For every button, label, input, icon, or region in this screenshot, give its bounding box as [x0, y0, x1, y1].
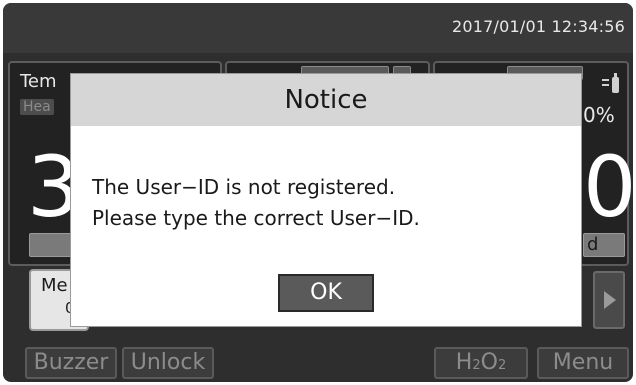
temperature-label: Tem	[20, 71, 57, 92]
right-status-bar: d	[583, 233, 625, 257]
chevron-right-icon	[604, 291, 616, 309]
dialog-message-line2: Please type the correct User−ID.	[92, 206, 420, 230]
notice-dialog: Notice The User−ID is not registered. Pl…	[70, 73, 582, 327]
ok-button[interactable]: OK	[278, 274, 374, 312]
dialog-title: Notice	[71, 74, 581, 126]
concentration-percent: 0%	[583, 103, 615, 127]
memory-label: Me	[41, 275, 68, 296]
h2o2-button[interactable]: H2O2	[434, 347, 528, 379]
right-status-text: d	[587, 234, 599, 255]
datetime-display: 2017/01/01 12:34:56	[452, 17, 625, 36]
dialog-message-line1: The User−ID is not registered.	[92, 175, 396, 199]
menu-button[interactable]: Menu	[537, 347, 629, 379]
next-page-button[interactable]	[593, 271, 625, 329]
unlock-button[interactable]: Unlock	[122, 347, 214, 379]
concentration-value: 0	[583, 138, 633, 236]
heater-badge: Hea	[20, 99, 54, 115]
h2o2-label-h: H	[455, 350, 473, 375]
buzzer-button[interactable]: Buzzer	[25, 347, 117, 379]
h2o2-label-sub2: 2	[497, 358, 507, 373]
h2o2-label-sub1: 2	[472, 358, 481, 373]
h2o2-label-o: O	[480, 350, 498, 375]
status-bar: 2017/01/01 12:34:56	[3, 3, 633, 53]
gas-cylinder-icon	[600, 71, 622, 99]
